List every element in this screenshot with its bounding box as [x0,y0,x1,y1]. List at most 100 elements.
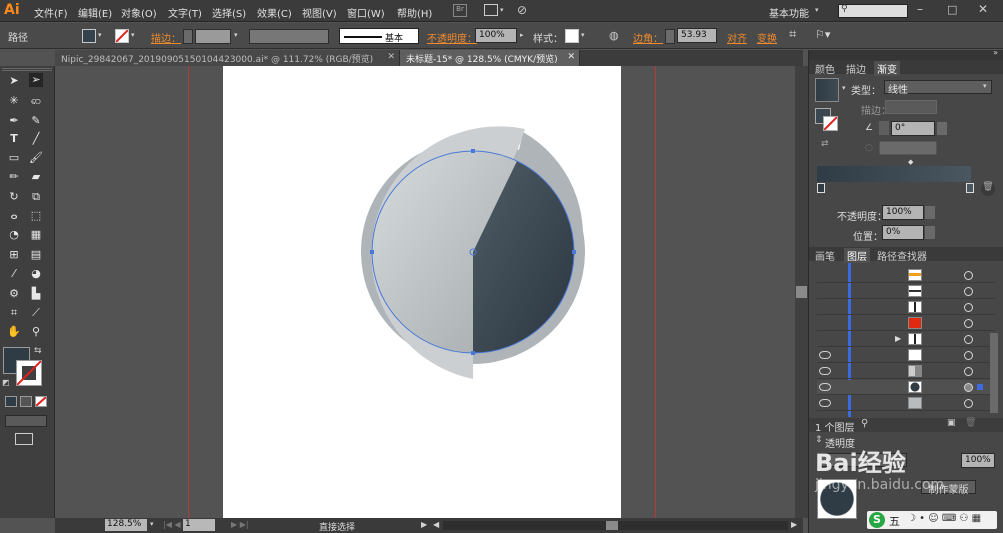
layer-row[interactable] [817,268,995,283]
locate-object-icon[interactable]: ⚲ [861,418,868,429]
search-input[interactable] [838,4,908,18]
artwork[interactable] [223,66,621,518]
perspective-grid-icon[interactable]: ▦ [29,228,43,242]
gradient-type-dropdown[interactable]: 线性 [884,80,992,96]
target-icon[interactable] [964,351,973,360]
hand-tool-icon[interactable]: ✋ [7,325,21,339]
expand-triangle-icon[interactable]: ▶ [895,334,901,343]
paintbrush-icon[interactable]: 🖌 [29,151,43,165]
corner-radius-input[interactable]: 53.93 [677,28,717,43]
drawing-modes[interactable] [5,415,47,427]
menu-file[interactable]: 文件(F) [34,5,68,20]
target-icon[interactable] [964,319,973,328]
corner-stepper[interactable] [665,29,675,44]
fill-swatch[interactable] [82,29,96,43]
pen-tool-icon[interactable]: ✒ [7,114,21,128]
visibility-eye-icon[interactable] [819,351,831,359]
chevron-down-icon[interactable] [925,226,935,239]
tab-color[interactable]: 颜色 [815,61,835,76]
menu-view[interactable]: 视图(V) [302,5,337,20]
rectangle-tool-icon[interactable]: ▭ [7,151,21,165]
dock-header[interactable]: » [809,48,1003,60]
zoom-tool-icon[interactable]: ⚲ [29,325,43,339]
tab-document-untitled[interactable]: 未标题-15* @ 128.5% (CMYK/预览) ✕ [400,50,580,66]
scroll-left-icon[interactable]: ◀ [433,520,439,529]
visibility-eye-icon[interactable] [819,399,831,407]
chevron-down-icon[interactable]: ▾ [234,31,238,39]
curvature-tool-icon[interactable]: ✎ [29,114,43,128]
target-icon[interactable] [964,367,973,376]
layer-row[interactable] [817,348,995,363]
horizontal-scrollbar[interactable] [443,521,788,530]
scrollbar-thumb[interactable] [796,286,807,298]
chevron-down-icon[interactable]: ▾ [581,31,585,39]
selection-indicator[interactable] [977,384,983,390]
variable-width-dropdown[interactable] [249,29,329,44]
gradient-position-input[interactable]: 0% [882,225,924,240]
vertical-scrollbar[interactable] [795,66,808,518]
reverse-gradient-icon[interactable]: ⇄ [821,139,829,149]
workspace-switcher[interactable]: 基本功能 [769,5,809,20]
layer-row[interactable] [817,284,995,299]
graphic-style-swatch[interactable] [565,29,579,43]
close-icon[interactable]: ✕ [387,52,395,62]
close-icon[interactable]: ✕ [567,52,575,62]
chevron-down-icon[interactable]: ▾ [842,84,846,92]
line-tool-icon[interactable]: ╱ [29,132,43,146]
ime-tools-icons[interactable]: ☽ • ☺ ⌨ ⚇ ▦ [907,513,981,524]
slice-tool-icon[interactable]: ⟋ [29,306,43,320]
artboard-number-input[interactable]: 1 [183,519,215,531]
mesh-tool-icon[interactable]: ⊞ [7,248,21,262]
eraser-icon[interactable]: ▰ [29,170,43,184]
stroke-swatch-none[interactable] [115,29,129,43]
layers-scrollbar[interactable] [990,333,998,413]
visibility-eye-icon[interactable] [819,383,831,391]
opacity-input[interactable]: 100% [475,28,517,43]
opacity-label[interactable]: 不透明度： [427,30,477,45]
shape-builder-icon[interactable]: ◔ [7,228,21,242]
stroke-color-box[interactable] [16,360,42,386]
chevron-down-icon[interactable] [937,122,947,135]
chevron-down-icon[interactable]: ▾ [131,31,135,39]
delete-layer-icon[interactable]: 🗑 [965,418,976,428]
gradient-opacity-input[interactable]: 100% [882,205,924,220]
swap-colors-icon[interactable]: ⇆ [34,346,42,356]
scroll-right-icon[interactable]: ▶ [791,520,797,529]
tab-gradient[interactable]: 渐变 [874,61,900,76]
rotate-tool-icon[interactable]: ↻ [7,190,21,204]
zoom-input[interactable]: 128.5% [105,519,147,531]
first-artboard-icon[interactable]: |◀ ◀ [163,520,181,529]
chevron-down-icon[interactable]: ▸ [520,31,524,39]
layer-row[interactable] [817,396,995,411]
artboard-tool-icon[interactable]: ⌗ [7,306,21,320]
sogou-logo-icon[interactable]: S [869,512,885,528]
chevron-down-icon[interactable]: ▾ [983,82,987,90]
target-icon[interactable] [964,303,973,312]
target-icon[interactable] [964,287,973,296]
layer-row[interactable] [817,364,995,379]
chevron-down-icon[interactable]: ▾ [500,6,504,14]
arrange-documents-icon[interactable] [484,4,498,16]
pencil-icon[interactable]: ✏ [7,170,21,184]
bridge-icon[interactable]: Br [453,4,467,17]
target-icon[interactable] [964,335,973,344]
delete-stop-icon[interactable]: 🗑 [981,182,995,196]
stroke-gradient-buttons[interactable] [885,100,937,114]
gradient-stop-left[interactable] [817,183,825,193]
stroke-style-dropdown[interactable]: 基本 [339,28,419,44]
transform-link[interactable]: 变换 [757,30,777,45]
status-menu-icon[interactable]: ▶ [421,520,427,529]
target-icon[interactable] [964,271,973,280]
stroke-weight-stepper[interactable] [183,29,193,44]
target-icon[interactable] [964,399,973,408]
menu-edit[interactable]: 编辑(E) [78,5,112,20]
stroke-label[interactable]: 描边： [151,30,181,45]
transparency-opacity-input[interactable]: 100% [961,453,995,468]
stroke-indicator[interactable] [823,116,838,131]
recolor-icon[interactable]: ◍ [609,29,619,42]
type-tool-icon[interactable]: T [7,132,21,146]
gradient-tool-icon[interactable]: ▤ [29,248,43,262]
tab-pathfinder[interactable]: 路径查找器 [877,248,927,263]
layer-row[interactable] [817,316,995,331]
align-link[interactable]: 对齐 [727,30,747,45]
